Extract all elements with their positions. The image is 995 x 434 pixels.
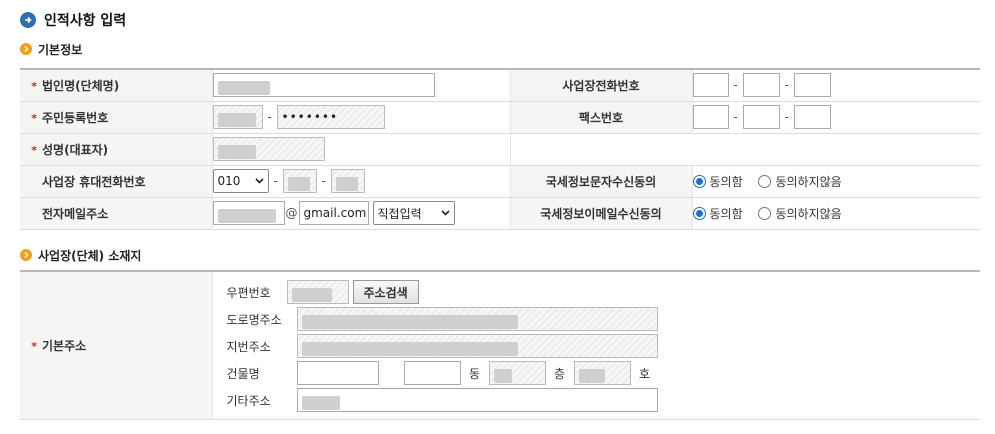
biz-phone-part1-input[interactable]	[692, 73, 729, 98]
chevron-bullet-icon	[20, 43, 32, 55]
fax-part2-input[interactable]	[742, 105, 780, 129]
required-mark: *	[31, 143, 37, 157]
required-mark: *	[31, 79, 37, 93]
email-consent-label: 국세정보이메일수신동의	[510, 197, 692, 230]
building-dong-input[interactable]	[403, 361, 461, 386]
lot-address-label: 지번주소	[226, 339, 271, 354]
redacted-value	[291, 287, 332, 302]
page-title-text: 인적사항 입력	[44, 13, 127, 29]
email-consent-disagree-radio[interactable]: 동의하지않음	[758, 205, 842, 222]
redacted-value	[493, 368, 512, 383]
building-ho-input[interactable]	[573, 361, 631, 386]
table-row: * 주민등록번호 - ••••••• 팩스번호 --	[20, 101, 980, 134]
mobile-last-input[interactable]	[330, 169, 365, 193]
chevron-down-icon	[254, 178, 264, 184]
postcode-input[interactable]	[286, 280, 349, 305]
fax-part3-input[interactable]	[793, 105, 831, 129]
postcode-label: 우편번호	[226, 285, 271, 300]
building-label: 건물명	[226, 366, 260, 381]
table-row: * 법인명(단체명) 사업장전화번호 --	[20, 69, 980, 102]
sms-consent-agree-radio[interactable]: 동의함	[692, 173, 743, 190]
redacted-value	[578, 368, 605, 383]
required-mark: *	[31, 339, 37, 353]
chevron-bullet-icon	[20, 249, 32, 261]
fax-label: 팩스번호	[510, 101, 692, 134]
extra-address-label: 기타주소	[226, 393, 271, 408]
sms-consent-label: 국세정보문자수신동의	[510, 165, 692, 198]
resident-no-back-input[interactable]: •••••••	[276, 105, 385, 129]
company-name-label: * 법인명(단체명)	[20, 69, 212, 102]
road-address-label: 도로명주소	[226, 312, 282, 327]
ho-unit-label: 호	[638, 366, 651, 381]
chevron-down-icon	[440, 210, 450, 216]
redacted-value	[301, 314, 518, 329]
email-consent-agree-radio[interactable]: 동의함	[692, 205, 743, 222]
redacted-value	[217, 144, 256, 159]
ceo-name-input[interactable]	[212, 137, 325, 161]
email-domain-input[interactable]: gmail.com	[298, 201, 369, 225]
section-title-text: 사업장(단체) 소재지	[38, 248, 142, 263]
email-id-input[interactable]	[212, 201, 285, 225]
table-row: 사업장 휴대전화번호 010- - 국세정보문자수신동의 동의함 동의하지않음	[20, 165, 980, 198]
redacted-value	[217, 80, 270, 95]
table-row: 전자메일주소 @ gmail.com 직접입력 국세정보이메일수신동의 동의함 동의…	[20, 197, 980, 230]
redacted-value	[287, 176, 310, 191]
biz-phone-label: 사업장전화번호	[510, 69, 692, 102]
arrow-right-circle-icon	[20, 12, 36, 28]
company-name-input[interactable]	[212, 73, 435, 98]
resident-no-front-input[interactable]	[212, 105, 263, 129]
basic-info-table: * 법인명(단체명) 사업장전화번호 -- * 주민등록번호 - ••••••• 팩스…	[20, 68, 980, 230]
road-address-input[interactable]	[296, 307, 658, 332]
extra-address-input[interactable]	[296, 388, 658, 413]
mobile-middle-input[interactable]	[282, 169, 317, 193]
biz-phone-part3-input[interactable]	[793, 73, 831, 98]
redacted-value	[301, 395, 340, 410]
section-title-basic: 기본정보	[20, 40, 82, 58]
ceo-name-label: * 성명(대표자)	[20, 133, 212, 166]
email-domain-select[interactable]: 직접입력	[372, 201, 455, 225]
table-row: * 성명(대표자)	[20, 133, 980, 166]
redacted-value	[217, 112, 256, 127]
base-address-label: * 기본주소	[20, 271, 212, 420]
biz-phone-part2-input[interactable]	[742, 73, 780, 98]
dong-unit-label: 동	[468, 366, 481, 381]
redacted-value	[217, 208, 276, 223]
section-title-text: 기본정보	[38, 42, 83, 57]
mobile-prefix-select[interactable]: 010	[212, 169, 269, 193]
building-name-input[interactable]	[296, 361, 379, 386]
lot-address-input[interactable]	[296, 334, 658, 359]
sms-consent-disagree-radio[interactable]: 동의하지않음	[758, 173, 842, 190]
resident-no-label: * 주민등록번호	[20, 101, 212, 134]
redacted-value	[335, 176, 358, 191]
fax-part1-input[interactable]	[692, 105, 729, 129]
table-row: * 기본주소 우편번호 주소검색 도로명주소 지번주소 건물명 동 층 호 기타…	[20, 271, 980, 420]
address-table: * 기본주소 우편번호 주소검색 도로명주소 지번주소 건물명 동 층 호 기타…	[20, 270, 980, 420]
mobile-label: 사업장 휴대전화번호	[20, 165, 212, 198]
address-search-button[interactable]: 주소검색	[352, 280, 419, 305]
page-title: 인적사항 입력	[20, 9, 126, 31]
required-mark: *	[31, 111, 37, 125]
email-label: 전자메일주소	[20, 197, 212, 230]
section-title-address: 사업장(단체) 소재지	[20, 246, 141, 264]
floor-unit-label: 층	[553, 366, 566, 381]
redacted-value	[301, 341, 518, 356]
building-floor-input[interactable]	[488, 361, 546, 386]
